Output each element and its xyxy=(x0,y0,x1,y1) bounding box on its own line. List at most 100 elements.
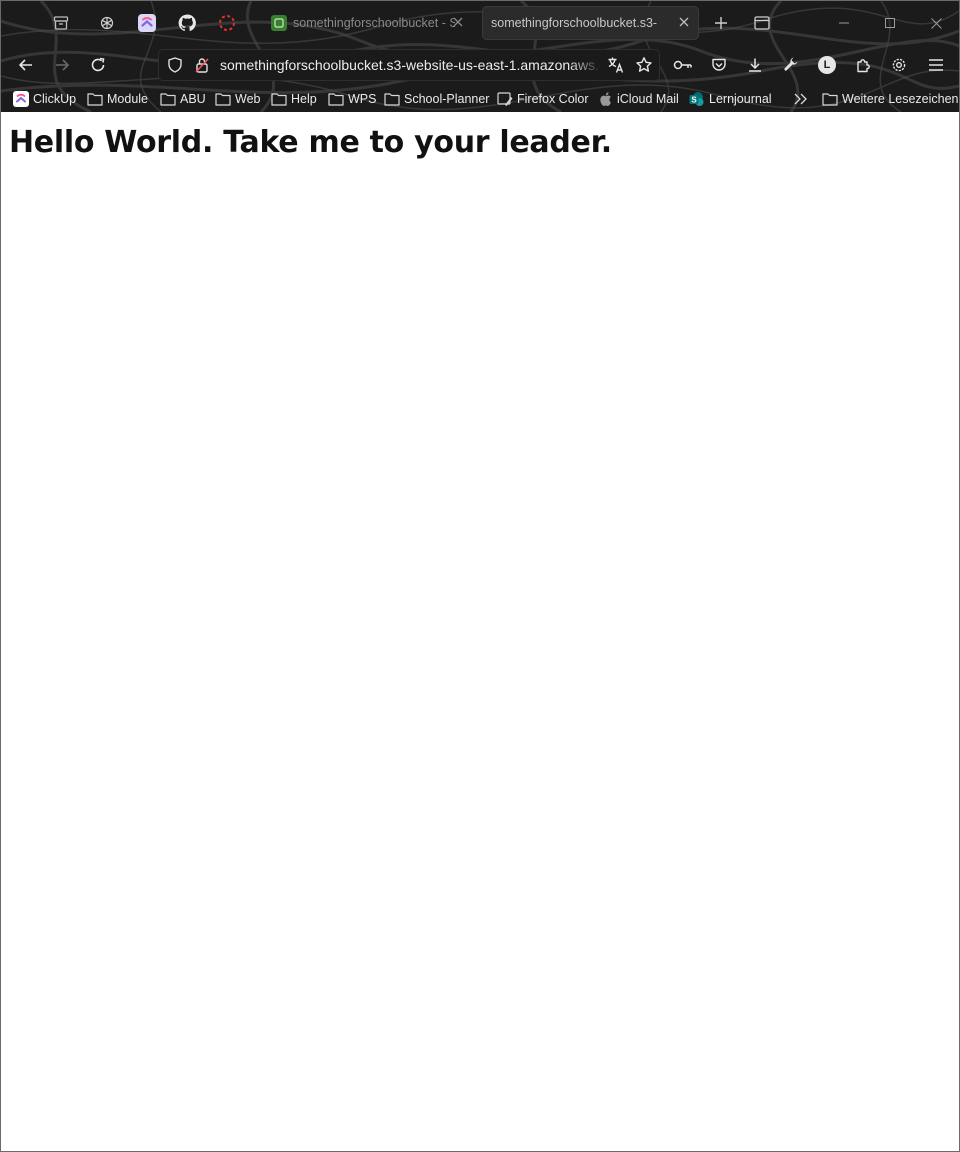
downloads-button[interactable] xyxy=(740,51,770,79)
tab-title: somethingforschoolbucket - S3 xyxy=(293,16,455,30)
bookmark-folder-module[interactable]: Module xyxy=(87,89,148,109)
minimize-icon xyxy=(839,22,849,24)
pinned-tab-github[interactable] xyxy=(173,9,201,37)
close-window-button[interactable] xyxy=(913,1,959,45)
svg-text:S: S xyxy=(691,96,697,105)
bookmark-folder-help[interactable]: Help xyxy=(271,89,317,109)
chevron-double-right-icon xyxy=(794,93,807,105)
bookmark-label: School-Planner xyxy=(404,92,490,106)
bookmark-folder-other[interactable]: Weitere Lesezeichen xyxy=(822,89,959,109)
github-icon xyxy=(178,14,196,32)
maximize-icon xyxy=(885,18,895,28)
close-icon xyxy=(930,17,942,29)
close-tab-icon[interactable] xyxy=(677,15,691,29)
bookmark-folder-wps[interactable]: WPS xyxy=(328,89,376,109)
pinned-tab-openai[interactable] xyxy=(93,9,121,37)
profile-initial: L xyxy=(823,59,831,71)
address-bar[interactable]: somethingforschoolbucket.s3-website-us-e… xyxy=(158,49,660,81)
insecure-lock-icon[interactable] xyxy=(194,56,210,79)
tab-s3-console[interactable]: somethingforschoolbucket - S3 xyxy=(261,6,473,40)
back-button[interactable] xyxy=(11,51,41,79)
pocket-button[interactable] xyxy=(704,51,734,79)
hamburger-icon xyxy=(929,59,943,71)
bookmark-lernjournal[interactable]: S Lernjournal xyxy=(689,89,772,109)
download-icon xyxy=(749,58,761,72)
bookmark-label: Firefox Color xyxy=(517,92,589,106)
bookmark-firefox-color[interactable]: Firefox Color xyxy=(497,89,589,109)
bookmark-label: WPS xyxy=(348,92,377,106)
key-icon xyxy=(673,60,692,70)
folder-icon xyxy=(215,91,231,107)
list-all-tabs-button[interactable] xyxy=(750,11,774,35)
passwords-button[interactable] xyxy=(668,51,698,79)
bookmark-icloud-mail[interactable]: iCloud Mail xyxy=(597,89,679,109)
plus-icon xyxy=(715,17,727,29)
account-button[interactable]: L xyxy=(812,51,842,79)
bookmark-folder-school-planner[interactable]: School-Planner xyxy=(384,89,489,109)
url-text[interactable]: somethingforschoolbucket.s3-website-us-e… xyxy=(220,57,600,73)
clickup-icon xyxy=(13,91,29,107)
bookmarks-toolbar: ClickUp Module ABU Web Help WPS School-P… xyxy=(1,87,959,112)
page-heading: Hello World. Take me to your leader. xyxy=(9,125,612,160)
bookmark-folder-abu[interactable]: ABU xyxy=(160,89,206,109)
page-viewport: Hello World. Take me to your leader. xyxy=(1,112,959,1151)
pinned-tab-loading[interactable] xyxy=(213,9,241,37)
bookmark-label: Weitere Lesezeichen xyxy=(842,92,959,106)
folder-icon xyxy=(160,91,176,107)
bookmark-label: iCloud Mail xyxy=(617,92,679,106)
nav-toolbar: somethingforschoolbucket.s3-website-us-e… xyxy=(1,45,959,85)
loading-ring-icon xyxy=(219,15,235,31)
folder-icon xyxy=(822,91,838,107)
developer-tools-button[interactable] xyxy=(776,51,806,79)
tab-title: somethingforschoolbucket.s3-website xyxy=(491,16,657,30)
forward-button[interactable] xyxy=(47,51,77,79)
close-tab-icon[interactable] xyxy=(451,15,465,29)
maximize-button[interactable] xyxy=(867,1,913,45)
clickup-icon xyxy=(138,14,156,32)
folder-icon xyxy=(328,91,344,107)
pinned-tab-archive[interactable] xyxy=(47,9,75,37)
reload-icon xyxy=(91,57,105,72)
browser-window: somethingforschoolbucket - S3 somethingf… xyxy=(0,0,960,1152)
folder-icon xyxy=(271,91,287,107)
bookmark-label: Help xyxy=(291,92,317,106)
pocket-icon xyxy=(712,58,726,71)
bookmark-label: ClickUp xyxy=(33,92,77,106)
pinned-tab-clickup[interactable] xyxy=(133,9,161,37)
arrow-right-icon xyxy=(56,59,69,71)
reload-button[interactable] xyxy=(83,51,113,79)
arrow-left-icon xyxy=(19,59,32,71)
bookmarks-overflow-button[interactable] xyxy=(789,89,813,109)
openai-icon xyxy=(100,16,114,30)
tab-list-icon xyxy=(754,16,770,30)
translate-icon[interactable] xyxy=(607,56,625,79)
minimize-button[interactable] xyxy=(821,1,867,45)
new-tab-button[interactable] xyxy=(709,11,733,35)
tab-strip: somethingforschoolbucket - S3 somethingf… xyxy=(1,1,959,45)
avatar: L xyxy=(818,56,836,74)
gear-icon xyxy=(892,58,906,72)
browser-chrome: somethingforschoolbucket - S3 somethingf… xyxy=(1,1,959,112)
bookmark-star-icon[interactable] xyxy=(635,56,653,79)
archive-icon xyxy=(53,16,69,30)
sharepoint-icon: S xyxy=(689,91,705,107)
tab-s3-website[interactable]: somethingforschoolbucket.s3-website xyxy=(482,6,699,40)
bookmark-folder-web[interactable]: Web xyxy=(215,89,260,109)
puzzle-icon xyxy=(857,59,870,73)
app-menu-button[interactable] xyxy=(921,51,951,79)
bookmark-label: ABU xyxy=(180,92,206,106)
wrench-icon xyxy=(784,57,798,71)
folder-icon xyxy=(384,91,400,107)
firefox-color-icon xyxy=(497,91,513,107)
extensions-button[interactable] xyxy=(848,51,878,79)
s3-bucket-icon xyxy=(271,15,287,31)
folder-icon xyxy=(87,91,103,107)
bookmark-clickup[interactable]: ClickUp xyxy=(13,89,76,109)
shield-icon[interactable] xyxy=(167,57,183,78)
url-fade xyxy=(568,53,603,77)
settings-button[interactable] xyxy=(884,51,914,79)
bookmark-label: Lernjournal xyxy=(709,92,772,106)
bookmark-label: Web xyxy=(235,92,261,106)
apple-icon xyxy=(597,91,613,107)
bookmark-label: Module xyxy=(107,92,148,106)
